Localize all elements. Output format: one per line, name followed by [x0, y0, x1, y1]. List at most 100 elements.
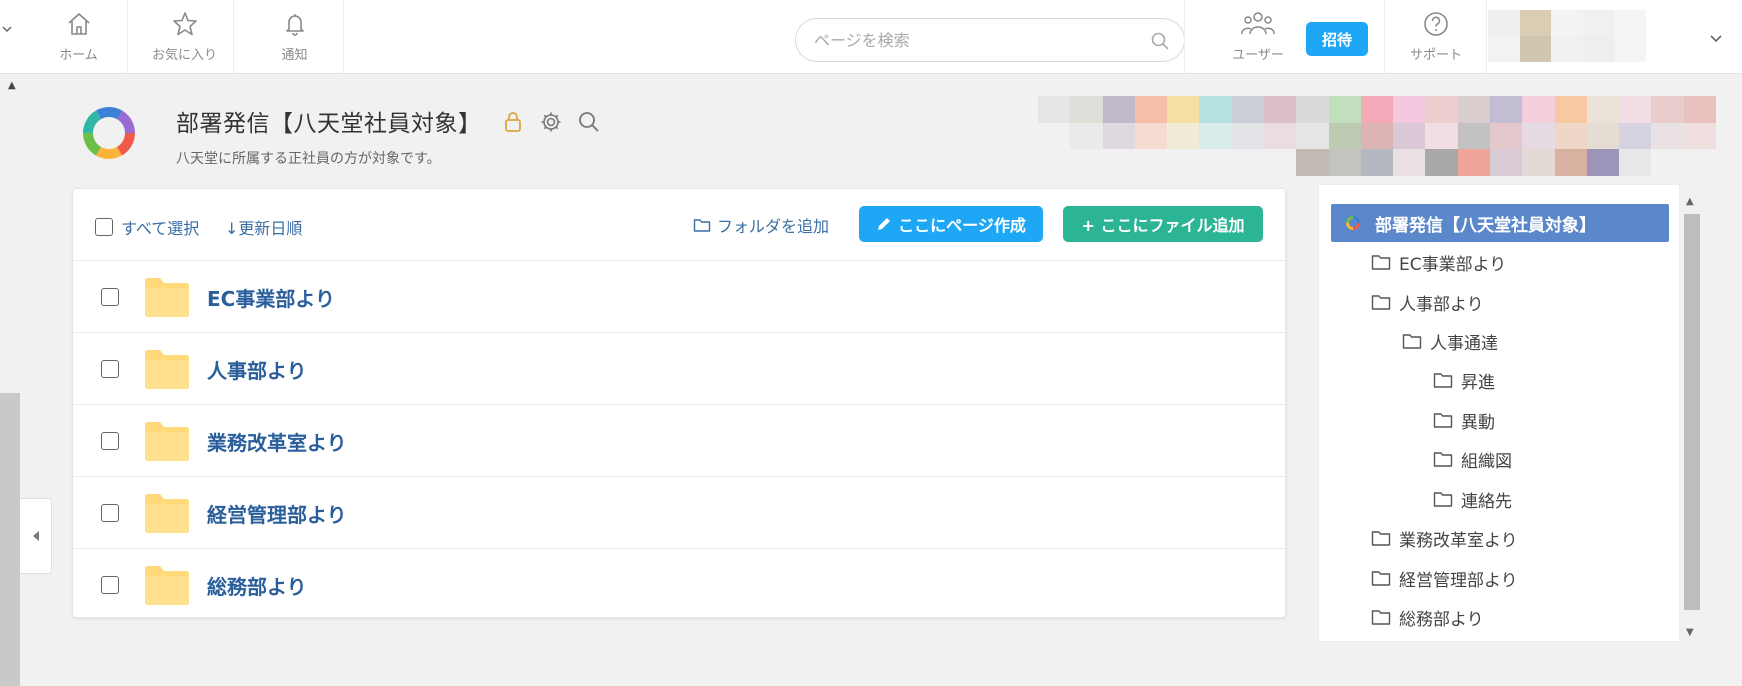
search-icon[interactable]: [1150, 31, 1170, 51]
folder-list-card: すべて選択 ↓更新日順 フォルダを追加 ここにページ作成 + ここにファイル追加…: [72, 188, 1286, 618]
divider: [1184, 0, 1185, 73]
add-file-button[interactable]: + ここにファイル追加: [1063, 206, 1263, 242]
folder-row[interactable]: 経営管理部より: [73, 477, 1285, 549]
nav-support[interactable]: サポート: [1396, 0, 1476, 73]
nav-users[interactable]: ユーザー: [1218, 0, 1298, 73]
invite-button[interactable]: 招待: [1306, 22, 1368, 56]
folder-outline-icon: [1371, 255, 1391, 270]
folder-name[interactable]: 経営管理部より: [207, 499, 347, 528]
folder-icon: [145, 494, 189, 533]
folder-row[interactable]: 業務改革室より: [73, 405, 1285, 477]
tree-item[interactable]: 人事部より: [1371, 288, 1484, 316]
divider: [1486, 0, 1487, 73]
sort-by-updated[interactable]: ↓更新日順: [225, 215, 302, 239]
folder-outline-icon: [1371, 531, 1391, 546]
sidebar-toggle[interactable]: [20, 498, 52, 574]
folder-icon: [145, 566, 189, 605]
left-scrollbar[interactable]: [0, 393, 20, 686]
nav-support-label: サポート: [1409, 48, 1462, 63]
tree-item-label: 異動: [1461, 412, 1495, 433]
chevron-down-icon[interactable]: [1706, 28, 1726, 48]
folder-outline-icon: [1402, 334, 1422, 349]
avatar[interactable]: [1488, 10, 1646, 62]
tree-item[interactable]: 昇進: [1433, 366, 1495, 394]
folder-outline-icon: [1371, 610, 1391, 625]
search-icon[interactable]: [574, 107, 604, 137]
space-logo-icon: [83, 107, 135, 159]
nav-home[interactable]: ホーム: [30, 0, 128, 73]
tree-item[interactable]: EC事業部より: [1371, 248, 1506, 276]
page-subtitle: 八天堂に所属する正社員の方が対象です。: [176, 151, 441, 167]
folder-name[interactable]: EC事業部より: [207, 283, 335, 312]
scroll-down-icon[interactable]: ▼: [1686, 627, 1694, 638]
tree-item-label: 人事通達: [1430, 333, 1498, 354]
tree-scrollbar[interactable]: ▲ ▼: [1682, 194, 1702, 640]
star-icon: [172, 12, 197, 36]
help-icon: [1424, 12, 1448, 36]
select-all-checkbox[interactable]: [95, 218, 113, 236]
folder-name[interactable]: 業務改革室より: [207, 427, 347, 456]
folder-row[interactable]: 総務部より: [73, 549, 1285, 621]
create-page-label: ここにページ作成: [898, 216, 1026, 235]
tree-item-label: 総務部より: [1399, 609, 1484, 630]
tree-item[interactable]: 異動: [1433, 406, 1495, 434]
tree-item-label: EC事業部より: [1399, 254, 1507, 275]
select-all-label: すべて選択: [121, 219, 200, 238]
create-page-button[interactable]: ここにページ作成: [859, 206, 1043, 242]
folder-name[interactable]: 人事部より: [207, 355, 307, 384]
users-icon: [1241, 12, 1275, 35]
nav-favorites[interactable]: お気に入り: [136, 0, 234, 73]
tree-item[interactable]: 組織図: [1433, 445, 1512, 473]
folder-outline-icon: [1433, 413, 1453, 428]
tree-item[interactable]: 業務改革室より: [1371, 524, 1518, 552]
folder-row[interactable]: EC事業部より: [73, 261, 1285, 333]
add-folder-button[interactable]: フォルダを追加: [693, 213, 829, 237]
lock-icon[interactable]: [498, 107, 528, 137]
page-title: 部署発信【八天堂社員対象】: [176, 111, 482, 137]
member-avatars[interactable]: [1038, 96, 1716, 176]
top-navigation-bar: ホーム お気に入り 通知 ユーザー 招待 サポート: [0, 0, 1742, 74]
select-all[interactable]: すべて選択: [95, 215, 199, 239]
home-icon: [67, 13, 90, 35]
folder-outline-icon: [693, 219, 711, 232]
folder-outline-icon: [1433, 373, 1453, 388]
nav-notifications[interactable]: 通知: [246, 0, 344, 73]
tree-root-item[interactable]: 部署発信【八天堂社員対象】: [1331, 204, 1669, 242]
folder-icon: [145, 278, 189, 317]
folder-name[interactable]: 総務部より: [207, 571, 307, 600]
folder-icon: [145, 422, 189, 461]
folder-icon: [145, 350, 189, 389]
tree-item-label: 昇進: [1461, 372, 1495, 393]
pencil-icon: [878, 218, 891, 230]
folder-row[interactable]: 人事部より: [73, 333, 1285, 405]
title-actions: [498, 107, 604, 137]
tree-item[interactable]: 経営管理部より: [1371, 564, 1518, 592]
tree-item[interactable]: 連絡先: [1433, 485, 1512, 513]
tree-root-label: 部署発信【八天堂社員対象】: [1375, 215, 1596, 236]
scroll-up-icon[interactable]: ▲: [1686, 196, 1694, 207]
gear-icon[interactable]: [536, 107, 566, 137]
tree-item-label: 人事部より: [1399, 294, 1484, 315]
nav-home-label: ホーム: [59, 48, 98, 63]
folder-tree: 部署発信【八天堂社員対象】 EC事業部より 人事部より 人事通達 昇進 異動 組…: [1318, 184, 1680, 642]
chevron-down-icon[interactable]: [0, 22, 16, 50]
row-checkbox[interactable]: [101, 288, 119, 306]
row-checkbox[interactable]: [101, 504, 119, 522]
add-folder-label: フォルダを追加: [717, 217, 830, 236]
row-checkbox[interactable]: [101, 432, 119, 450]
row-checkbox[interactable]: [101, 576, 119, 594]
tree-item[interactable]: 人事通達: [1402, 327, 1498, 355]
row-checkbox[interactable]: [101, 360, 119, 378]
tree-item-label: 業務改革室より: [1399, 530, 1518, 551]
tree-item-label: 連絡先: [1461, 491, 1512, 512]
scrollbar-thumb[interactable]: [1684, 214, 1700, 610]
tree-item-label: 組織図: [1461, 451, 1512, 472]
nav-favorites-label: お気に入り: [151, 48, 217, 63]
tree-item[interactable]: 総務部より: [1371, 603, 1484, 631]
nav-users-label: ユーザー: [1232, 48, 1284, 63]
caret-left-icon: [32, 531, 39, 541]
bell-icon: [285, 14, 304, 36]
search-input[interactable]: [814, 29, 1124, 51]
scroll-up-icon[interactable]: ▲: [8, 80, 16, 91]
divider: [1384, 0, 1385, 73]
